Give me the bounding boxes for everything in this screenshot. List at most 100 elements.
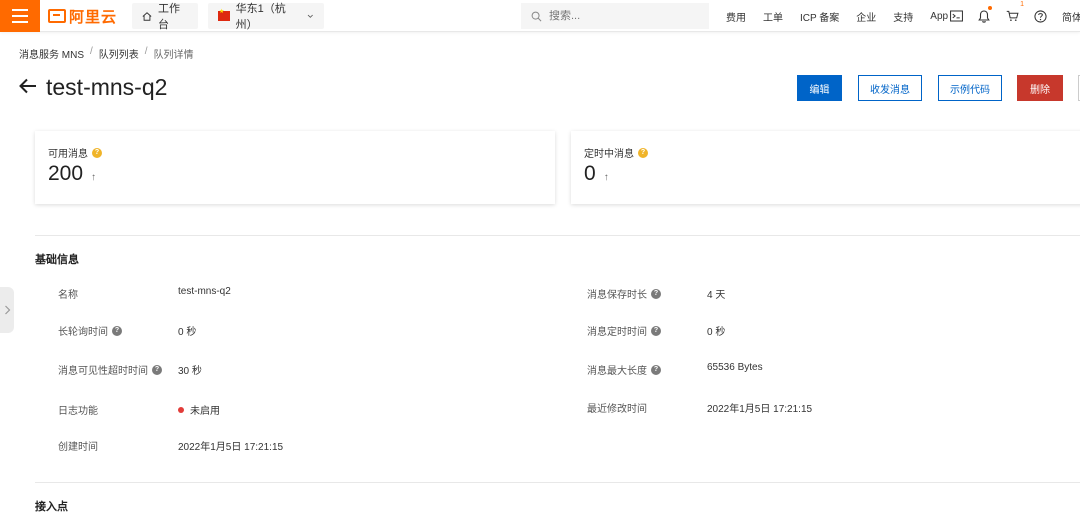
max-size-label: 消息最大长度 <box>587 366 647 377</box>
field-label-created: 创建时间 <box>58 438 98 453</box>
top-link-tickets[interactable]: 工单 <box>763 9 783 24</box>
delay-label: 消息定时时间 <box>587 327 647 338</box>
aliyun-logo-icon <box>48 9 66 23</box>
visibility-value: 30 秒 <box>178 366 202 377</box>
help-icon[interactable]: ? <box>651 325 661 336</box>
stat-value: 200 ↑ <box>48 162 96 186</box>
top-link-icp[interactable]: ICP 备案 <box>800 9 839 24</box>
back-arrow-icon[interactable] <box>18 76 38 101</box>
arrow-up-icon: ↑ <box>91 171 97 183</box>
top-link-billing[interactable]: 费用 <box>726 9 746 24</box>
field-value-modified: 2022年1月5日 17:21:15 <box>707 400 812 415</box>
delete-button[interactable]: 删除 <box>1017 75 1063 101</box>
field-label-visibility: 消息可见性超时时间 ? <box>58 362 162 377</box>
delay-value: 0 秒 <box>707 327 726 338</box>
workbench-label: 工作台 <box>158 3 180 31</box>
stat-label: 定时中消息 ? <box>584 145 648 160</box>
field-label-retention: 消息保存时长 ? <box>587 286 661 301</box>
field-label-logging: 日志功能 <box>58 402 98 417</box>
help-icon[interactable] <box>1032 8 1048 24</box>
available-messages-card: 可用消息 ? 200 ↑ <box>35 131 555 204</box>
help-icon[interactable]: ? <box>651 364 661 375</box>
available-messages-label: 可用消息 <box>48 149 88 160</box>
region-label: 华东1（杭州） <box>235 3 286 31</box>
terminal-icon[interactable] <box>948 8 964 24</box>
field-value-max-size: 65536 Bytes <box>707 362 763 373</box>
retention-label: 消息保存时长 <box>587 290 647 301</box>
help-icon[interactable]: ? <box>651 288 661 299</box>
bell-icon[interactable] <box>976 6 992 24</box>
help-icon[interactable]: ? <box>112 325 122 336</box>
field-value-logging: 未启用 <box>178 402 220 417</box>
field-value-created: 2022年1月5日 17:21:15 <box>178 438 283 453</box>
retention-value: 4 天 <box>707 290 726 301</box>
delayed-messages-value: 0 <box>584 162 596 185</box>
breadcrumb-queue-detail: 队列详情 <box>153 50 194 61</box>
delayed-messages-label: 定时中消息 <box>584 149 634 160</box>
logo-text: 阿里云 <box>69 8 118 26</box>
endpoint-section-title: 接入点 <box>35 501 68 513</box>
top-link-app[interactable]: App <box>930 11 948 22</box>
modified-value: 2022年1月5日 17:21:15 <box>707 404 813 415</box>
top-navigation-bar: 阿里云 工作台 华东1（杭州） 费用 工单 ICP 备案 企业 支持 App 1… <box>0 0 1080 32</box>
name-label: 名称 <box>58 290 78 301</box>
status-disabled-dot <box>178 406 184 413</box>
send-receive-button[interactable]: 收发消息 <box>858 75 922 101</box>
section-divider <box>35 482 1080 483</box>
max-size-value: 65536 Bytes <box>707 362 763 373</box>
workbench-button[interactable]: 工作台 <box>132 3 198 31</box>
notification-dot <box>988 6 992 10</box>
help-icon[interactable]: ? <box>152 364 162 375</box>
china-flag-icon <box>218 8 230 21</box>
available-messages-value: 200 <box>48 162 84 185</box>
sample-code-button[interactable]: 示例代码 <box>938 75 1002 101</box>
home-icon <box>142 11 152 21</box>
search-input[interactable] <box>549 10 699 22</box>
aliyun-logo[interactable]: 阿里云 <box>48 6 117 26</box>
breadcrumb-separator: / <box>144 46 148 57</box>
field-label-max-size: 消息最大长度 ? <box>587 362 661 377</box>
field-value-delay: 0 秒 <box>707 323 725 338</box>
chevron-right-icon <box>4 305 10 315</box>
cart-icon[interactable]: 1 <box>1004 1 1024 24</box>
help-icon[interactable]: ? <box>638 147 648 158</box>
logging-value: 未启用 <box>190 406 220 417</box>
language-switcher[interactable]: 简体 <box>1062 9 1080 24</box>
search-icon <box>531 11 542 21</box>
logging-label: 日志功能 <box>58 406 98 417</box>
breadcrumb-separator: / <box>90 46 93 57</box>
help-icon[interactable]: ? <box>92 147 102 158</box>
name-value: test-mns-q2 <box>178 286 231 297</box>
visibility-label: 消息可见性超时时间 <box>58 366 148 377</box>
field-label-long-poll: 长轮询时间 ? <box>58 323 122 338</box>
stat-value: 0 ↑ <box>584 162 609 186</box>
created-label: 创建时间 <box>58 442 98 453</box>
field-value-visibility: 30 秒 <box>178 362 202 377</box>
long-poll-value: 0 秒 <box>178 327 197 338</box>
delayed-messages-card: 定时中消息 ? 0 ↑ <box>571 131 1080 204</box>
edit-button[interactable]: 编辑 <box>797 75 842 101</box>
top-links: 费用 工单 ICP 备案 企业 支持 App <box>726 0 965 32</box>
stat-label: 可用消息 ? <box>48 145 102 160</box>
breadcrumb: 消息服务 MNS / 队列列表 / 队列详情 <box>19 46 194 61</box>
page-title: test-mns-q2 <box>46 74 168 100</box>
hamburger-menu-icon[interactable] <box>0 0 40 32</box>
top-link-support[interactable]: 支持 <box>893 9 913 24</box>
region-selector[interactable]: 华东1（杭州） <box>208 3 324 31</box>
breadcrumb-mns[interactable]: 消息服务 MNS <box>19 46 84 61</box>
created-value: 2022年1月5日 17:21:15 <box>178 442 284 453</box>
cart-count-badge: 1 <box>1020 1 1024 8</box>
chevron-down-icon <box>308 14 314 18</box>
breadcrumb-queue-list[interactable]: 队列列表 <box>99 46 139 61</box>
section-divider <box>35 235 1080 236</box>
field-value-retention: 4 天 <box>707 286 725 301</box>
modified-label: 最近修改时间 <box>587 404 647 415</box>
field-value-name: test-mns-q2 <box>178 286 231 297</box>
field-label-modified: 最近修改时间 <box>587 400 647 415</box>
top-link-enterprise[interactable]: 企业 <box>856 9 876 24</box>
field-label-name: 名称 <box>58 286 78 301</box>
sidebar-expand-handle[interactable] <box>0 287 14 333</box>
long-poll-label: 长轮询时间 <box>58 327 108 338</box>
arrow-up-icon: ↑ <box>603 171 609 183</box>
global-search[interactable] <box>521 3 709 29</box>
